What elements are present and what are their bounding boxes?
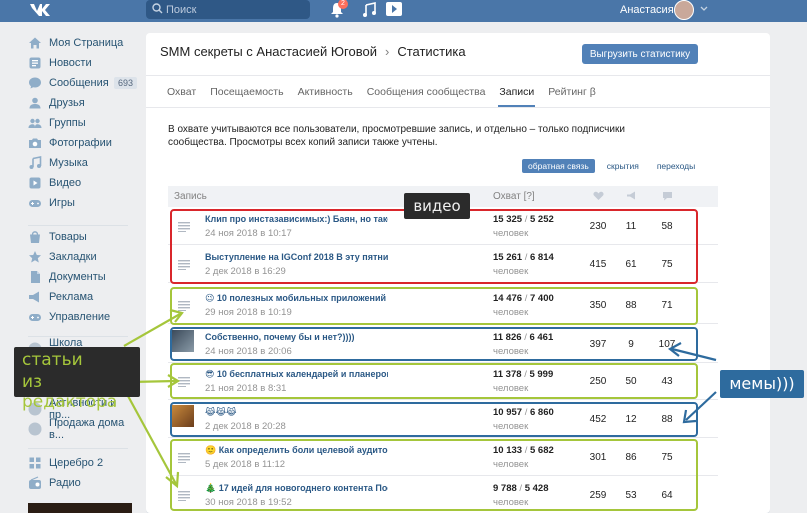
memes-annotation-label: мемы))) [720,370,804,398]
annotation-arrow [123,313,181,347]
video-annotation-label: видео [404,193,470,219]
annotation-overlay [123,308,717,489]
annotation-arrow [685,391,717,421]
articles-annotation-label: статьи из редактора [14,347,140,412]
articles-label-line2: из редактора [22,372,118,412]
articles-label-line1: статьи [22,350,83,370]
annotation-arrowhead [165,471,180,489]
